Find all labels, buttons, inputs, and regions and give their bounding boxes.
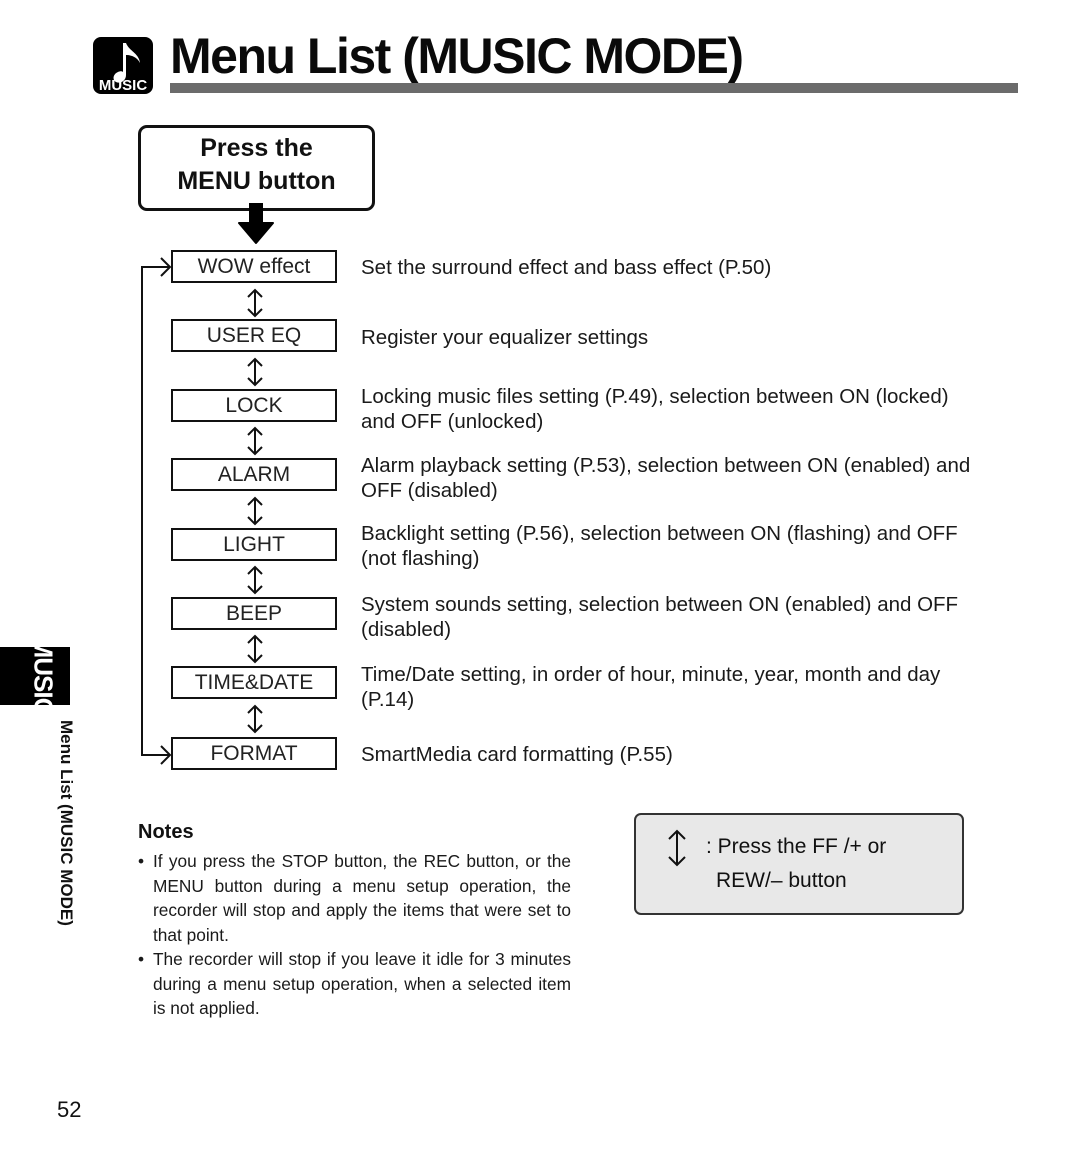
menu-item-user-eq: USER EQ [171, 319, 337, 352]
section-tab-music: MUSIC [0, 637, 70, 715]
title-rule [170, 83, 1018, 93]
menu-item-lock: LOCK [171, 389, 337, 422]
start-box-line2: MENU button [177, 167, 336, 195]
notes-list: • If you press the STOP button, the REC … [138, 849, 571, 1021]
menu-item-description: Set the surround effect and bass effect … [361, 256, 772, 279]
music-logo-label: MUSIC [99, 77, 148, 94]
menu-item-beep: BEEP [171, 597, 337, 630]
legend-text-line1: : Press the FF /+ or [706, 835, 887, 858]
side-caption: Menu List (MUSIC MODE) [57, 720, 76, 926]
press-menu-button-box: Press the MENU button [138, 125, 375, 211]
menu-item-description: Alarm playback setting (P.53), selection… [361, 454, 971, 502]
up-down-arrow-icon [247, 496, 263, 526]
menu-item-time-date: TIME&DATE [171, 666, 337, 699]
start-box-line1: Press the [200, 134, 313, 162]
up-down-arrow-icon [668, 829, 686, 867]
up-down-arrow-icon [247, 565, 263, 595]
bullet-icon: • [138, 949, 145, 969]
menu-item-light: LIGHT [171, 528, 337, 561]
section-tab-label: MUSIC [28, 636, 59, 716]
loop-connector [135, 255, 175, 775]
legend-box: : Press the FF /+ or REW/– button [634, 813, 964, 915]
menu-item-description: Backlight setting (P.56), selection betw… [361, 522, 958, 570]
up-down-arrow-icon [247, 288, 263, 318]
notes-heading: Notes [138, 821, 194, 843]
up-down-arrow-icon [247, 357, 263, 387]
page-number: 52 [57, 1097, 82, 1122]
menu-item-format: FORMAT [171, 737, 337, 770]
menu-item-description: SmartMedia card formatting (P.55) [361, 743, 673, 766]
down-arrow-icon [236, 202, 276, 245]
menu-item-alarm: ALARM [171, 458, 337, 491]
page-title: Menu List (MUSIC MODE) [170, 28, 744, 84]
note-text: The recorder will stop if you leave it i… [153, 949, 571, 1018]
up-down-arrow-icon [247, 426, 263, 456]
menu-item-description: System sounds setting, selection between… [361, 593, 959, 641]
music-mode-icon: MUSIC [93, 37, 153, 94]
legend-text-line2: REW/– button [716, 869, 847, 892]
menu-item-description: Locking music files setting (P.49), sele… [361, 385, 949, 433]
up-down-arrow-icon [247, 634, 263, 664]
menu-item-description: Time/Date setting, in order of hour, min… [361, 663, 941, 711]
up-down-arrow-icon [247, 704, 263, 734]
note-item: • The recorder will stop if you leave it… [138, 947, 571, 1021]
note-item: • If you press the STOP button, the REC … [138, 849, 571, 947]
menu-item-description: Register your equalizer settings [361, 326, 649, 349]
bullet-icon: • [138, 851, 145, 871]
note-text: If you press the STOP button, the REC bu… [153, 851, 571, 945]
menu-item-wow-effect: WOW effect [171, 250, 337, 283]
